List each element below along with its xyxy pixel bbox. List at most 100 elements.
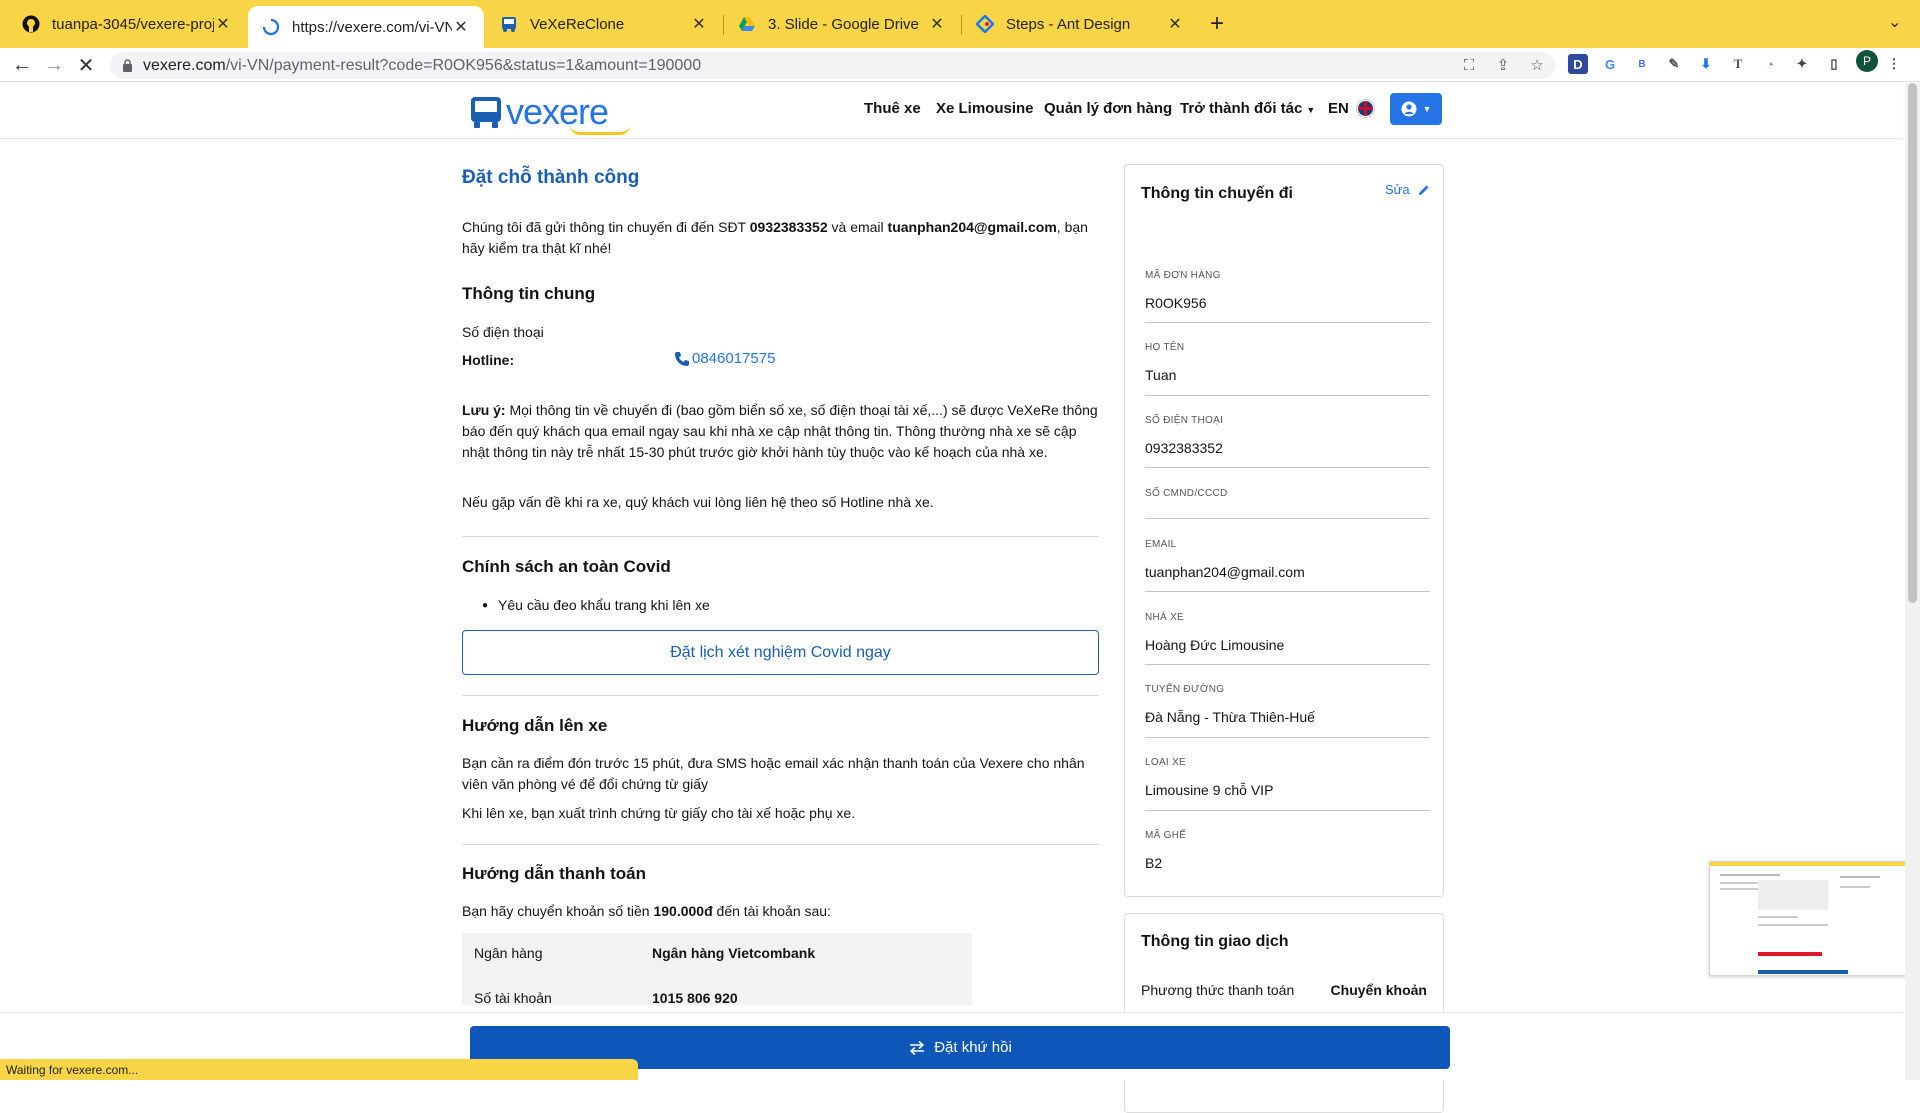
field-label: Nhà xe xyxy=(1145,612,1185,623)
uk-flag-icon xyxy=(1356,100,1374,117)
trip-info-card: Thông tin chuyến đi Sửa Mã đơn hàng R0OK… xyxy=(1124,164,1444,897)
payment-text: Bạn hãy chuyển khoản số tiền 190.000đ đế… xyxy=(462,901,1098,922)
stop-loading-icon[interactable]: ✕ xyxy=(74,53,98,77)
font-icon[interactable]: T xyxy=(1728,54,1748,74)
round-trip-label: Đặt khứ hồi xyxy=(934,1039,1012,1056)
vexere-logo[interactable]: vexere xyxy=(470,91,630,135)
field-underline xyxy=(1145,737,1430,738)
share-icon[interactable]: ⇪ xyxy=(1493,55,1513,75)
page-title: Đặt chỗ thành công xyxy=(462,167,640,188)
url-host: vexere.com xyxy=(143,56,226,74)
tab-title: VeXeReClone xyxy=(530,15,625,33)
close-icon[interactable]: ✕ xyxy=(214,14,232,34)
clock-icon[interactable]: ◔ xyxy=(1760,54,1780,74)
field-underline xyxy=(1145,467,1430,468)
field-value: R0OK956 xyxy=(1145,295,1207,311)
tab-title: 3. Slide - Google Drive xyxy=(768,15,919,33)
payment-suffix: đến tài khoản sau: xyxy=(712,903,831,919)
general-info-title: Thông tin chung xyxy=(462,284,596,303)
extension-b-icon[interactable]: B xyxy=(1632,54,1652,74)
close-icon[interactable]: ✕ xyxy=(452,17,470,37)
hotline-link[interactable]: 0846017575 xyxy=(674,350,775,367)
field-value: Hoàng Đức Limousine xyxy=(1145,637,1285,653)
eyedropper-icon[interactable]: ✎ xyxy=(1664,54,1684,74)
field-phone: Số điện thoại 0932383352 xyxy=(1145,415,1430,468)
bus-icon xyxy=(500,15,518,33)
intro-mid: và email xyxy=(827,219,888,235)
nav-quan-ly-don-hang[interactable]: Quản lý đơn hàng xyxy=(1044,100,1172,117)
intro-text: Chúng tôi đã gửi thông tin chuyến đi đến… xyxy=(462,217,1098,259)
tab-github[interactable]: tuanpa-3045/vexere-project ✕ xyxy=(8,6,246,42)
tab-vexere-payment[interactable]: https://vexere.com/vi-VN/paym ✕ xyxy=(248,6,484,48)
field-label: Số điện thoại xyxy=(1145,415,1224,426)
tab-title: https://vexere.com/vi-VN/paym xyxy=(292,18,452,36)
language-switcher[interactable]: EN xyxy=(1328,100,1374,117)
edit-button[interactable]: Sửa xyxy=(1385,182,1430,197)
nav-xe-limousine[interactable]: Xe Limousine xyxy=(936,100,1034,117)
nav-tro-thanh-doi-tac[interactable]: Trở thành đối tác ▼ xyxy=(1180,100,1315,117)
bullet: ● xyxy=(482,600,489,611)
url-path: /vi-VN/payment-result?code=R0OK956&statu… xyxy=(225,56,702,74)
user-menu-button[interactable]: ▼ xyxy=(1390,93,1442,125)
puzzle-icon[interactable]: ✦ xyxy=(1792,54,1812,74)
sidebar-icon[interactable]: ▯ xyxy=(1824,54,1844,74)
lock-icon xyxy=(122,59,133,72)
scrollbar-thumb[interactable] xyxy=(1908,83,1917,603)
field-underline xyxy=(1145,395,1430,396)
browser-status-bar: Waiting for vexere.com... xyxy=(0,1059,638,1080)
page-preview-thumbnail[interactable] xyxy=(1709,861,1907,976)
download-icon[interactable]: ⬇ xyxy=(1696,54,1716,74)
extension-d-icon[interactable]: D xyxy=(1568,54,1588,74)
tab-title: Steps - Ant Design xyxy=(1006,15,1131,33)
google-translate-icon[interactable]: G xyxy=(1600,54,1620,74)
field-value: B2 xyxy=(1145,855,1163,871)
chevron-down-icon[interactable]: ⌄ xyxy=(1888,12,1901,32)
tab-ant-design[interactable]: Steps - Ant Design ✕ xyxy=(962,6,1198,42)
payment-method-label: Phương thức thanh toán xyxy=(1141,982,1295,998)
caret-down-icon: ▼ xyxy=(1306,105,1316,115)
covid-test-button[interactable]: Đặt lịch xét nghiệm Covid ngay xyxy=(462,630,1099,675)
transaction-info-title: Thông tin giao dịch xyxy=(1141,933,1289,950)
field-label: Loại xe xyxy=(1145,757,1187,768)
field-underline xyxy=(1145,591,1430,592)
divider xyxy=(462,536,1099,537)
bus-logo-icon xyxy=(471,97,501,128)
field-vehicle-type: Loại xe Limousine 9 chỗ VIP xyxy=(1145,757,1430,811)
field-label: Mã ghế xyxy=(1145,830,1187,841)
close-icon[interactable]: ✕ xyxy=(1166,14,1184,34)
logo-swoosh xyxy=(570,125,630,135)
profile-avatar[interactable]: P xyxy=(1856,50,1878,72)
close-icon[interactable]: ✕ xyxy=(928,14,946,34)
nav-thue-xe[interactable]: Thuê xe xyxy=(864,100,921,117)
field-underline xyxy=(1145,518,1430,519)
field-route: Tuyến đường Đà Nẵng - Thừa Thiên-Huế xyxy=(1145,684,1430,738)
new-tab-icon[interactable]: + xyxy=(1210,10,1224,38)
edit-label: Sửa xyxy=(1385,182,1410,197)
field-value xyxy=(1145,513,1430,529)
boarding-text-1: Bạn cần ra điểm đón trước 15 phút, đưa S… xyxy=(462,755,1085,792)
tab-google-drive[interactable]: 3. Slide - Google Drive ✕ xyxy=(724,6,960,42)
note-body: Mọi thông tin về chuyến đi (bao gồm biển… xyxy=(462,402,1098,460)
field-bus-company: Nhà xe Hoàng Đức Limousine xyxy=(1145,612,1430,665)
kebab-menu-icon[interactable]: ⋮ xyxy=(1884,54,1904,74)
page-scrollbar[interactable] xyxy=(1905,83,1920,1080)
bank-info-table: Ngân hàng Ngân hàng Vietcombank Số tài k… xyxy=(462,933,972,1006)
forward-arrow-icon[interactable]: → xyxy=(42,53,66,77)
hotline-number: 0846017575 xyxy=(692,350,776,367)
page-preview-graphic xyxy=(1710,862,1906,974)
payment-guide-title: Hướng dẫn thanh toán xyxy=(462,864,646,883)
payment-prefix: Bạn hãy chuyển khoản số tiền xyxy=(462,903,654,919)
address-bar[interactable]: vexere.com/vi-VN/payment-result?code=R0O… xyxy=(110,52,1555,79)
field-label: Mã đơn hàng xyxy=(1145,270,1221,281)
close-icon[interactable]: ✕ xyxy=(690,14,708,34)
back-arrow-icon[interactable]: ← xyxy=(10,53,34,77)
translate-icon[interactable]: ⛶ xyxy=(1459,55,1479,75)
bank-name-label: Ngân hàng xyxy=(474,945,543,961)
field-label: Email xyxy=(1145,539,1177,550)
tab-vexereclone[interactable]: VeXeReClone ✕ xyxy=(486,6,722,42)
star-icon[interactable]: ☆ xyxy=(1527,55,1547,75)
account-number-value: 1015 806 920 xyxy=(652,990,738,1006)
covid-list-item: ● Yêu cầu đeo khẩu trang khi lên xe xyxy=(482,595,1118,616)
field-email: Email tuanphan204@gmail.com xyxy=(1145,539,1430,592)
covid-policy-title: Chính sách an toàn Covid xyxy=(462,557,671,576)
